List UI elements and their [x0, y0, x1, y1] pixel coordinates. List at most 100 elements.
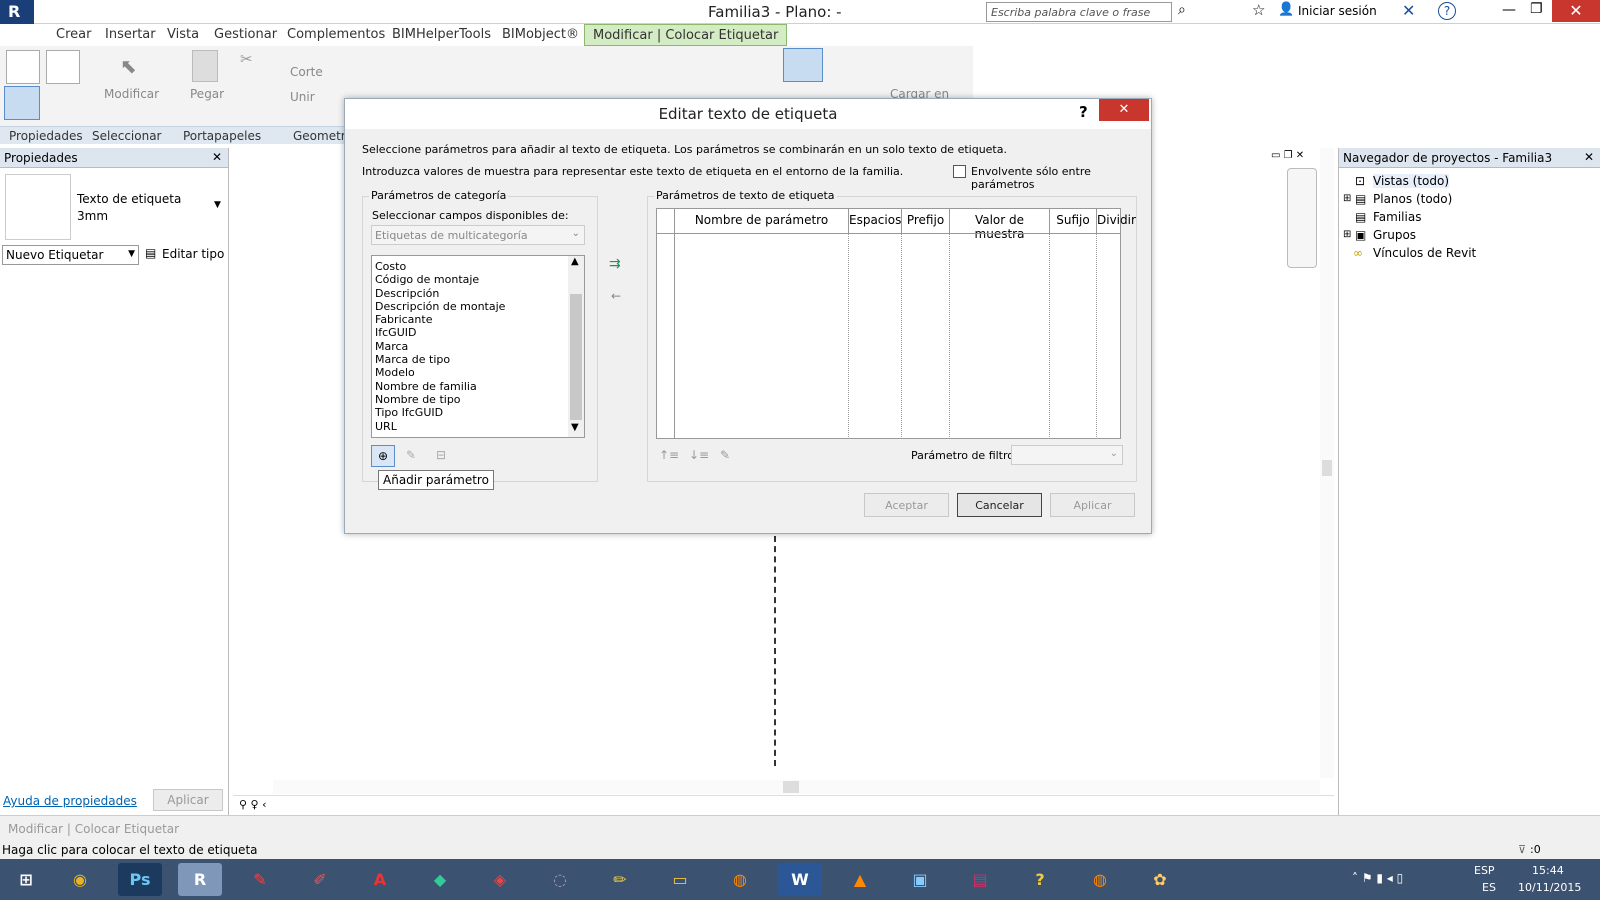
input-language[interactable]: ESP: [1474, 864, 1495, 877]
list-item[interactable]: Descripción de montaje: [372, 300, 584, 313]
sketch-icon[interactable]: ✐: [298, 863, 342, 896]
tab-gestionar[interactable]: Gestionar: [214, 27, 277, 42]
add-parameter-button[interactable]: ⊕: [371, 445, 395, 467]
vertical-scroll-thumb[interactable]: [1322, 460, 1332, 476]
list-item[interactable]: Marca de tipo: [372, 353, 584, 366]
help-icon[interactable]: ?: [1438, 2, 1456, 20]
list-scroll-thumb[interactable]: [570, 294, 582, 420]
acrobat-icon[interactable]: ✎: [238, 863, 282, 896]
list-item[interactable]: URL: [372, 420, 584, 433]
column-header[interactable]: Prefijo: [902, 209, 950, 233]
start-icon[interactable]: ⊞: [4, 863, 48, 896]
instance-selector[interactable]: Nuevo Etiquetar ▼: [2, 245, 139, 265]
column-header[interactable]: Sufijo: [1050, 209, 1097, 233]
search-input[interactable]: Escriba palabra clave o frase: [986, 2, 1172, 22]
list-item[interactable]: IfcGUID: [372, 326, 584, 339]
corte-button[interactable]: Corte: [290, 65, 323, 79]
list-item[interactable]: Nombre de familia: [372, 380, 584, 393]
close-icon[interactable]: ✕: [1584, 150, 1594, 164]
expand-icon[interactable]: ⊞: [1343, 193, 1351, 204]
edit-type-icon[interactable]: ▤: [145, 246, 156, 260]
paste-icon[interactable]: [192, 50, 218, 82]
edit-type-button[interactable]: Editar tipo: [162, 247, 224, 261]
winrar-icon[interactable]: ▤: [958, 863, 1002, 896]
list-item[interactable]: Descripción: [372, 287, 584, 300]
tab-modificar-colocar[interactable]: Modificar | Colocar Etiquetar: [584, 24, 788, 46]
add-to-label-icon[interactable]: ⇉: [609, 256, 621, 272]
horizontal-scroll-thumb[interactable]: [783, 781, 799, 793]
dialog-close-button[interactable]: ✕: [1099, 99, 1149, 121]
edit-label-parameter-icon[interactable]: ✎: [720, 448, 730, 462]
tab-vista[interactable]: Vista: [167, 27, 199, 42]
view-minimize-icon[interactable]: ▭ ❐ ✕: [1271, 150, 1304, 161]
cut-icon[interactable]: ✂: [240, 50, 253, 68]
photo-viewer-icon[interactable]: ▣: [898, 863, 942, 896]
column-header[interactable]: Valor de muestra: [950, 209, 1050, 241]
type-name[interactable]: Texto de etiqueta: [77, 192, 181, 206]
properties-help-link[interactable]: Ayuda de propiedades: [3, 794, 137, 808]
ccleaner-icon[interactable]: ◈: [478, 863, 522, 896]
type-dropdown-icon[interactable]: ▼: [214, 200, 221, 210]
column-header[interactable]: Dividir: [1097, 209, 1136, 233]
eclipse-icon[interactable]: ◌: [538, 863, 582, 896]
move-up-icon[interactable]: ↑≡: [659, 448, 679, 462]
tab-complementos[interactable]: Complementos: [287, 27, 385, 42]
firefox-second-icon[interactable]: ◍: [1078, 863, 1122, 896]
ok-button[interactable]: Aceptar: [864, 493, 949, 517]
binoculars-icon[interactable]: ⌕: [1178, 2, 1186, 18]
tab-insertar[interactable]: Insertar: [105, 27, 156, 42]
input-language-sub[interactable]: ES: [1482, 881, 1496, 894]
paste-label[interactable]: Pegar: [190, 87, 224, 101]
help-file-icon[interactable]: ?: [1018, 863, 1062, 896]
modify-label[interactable]: Modificar: [104, 87, 159, 101]
tree-item-grupos[interactable]: ⊞ ▣ Grupos: [1339, 228, 1600, 246]
tab-bimobject[interactable]: BIMobject®: [502, 27, 579, 42]
panel-seleccionar[interactable]: Seleccionar: [92, 129, 161, 143]
clock-time[interactable]: 15:44: [1532, 864, 1564, 877]
star-icon[interactable]: ☆: [1252, 1, 1265, 19]
pencil-app-icon[interactable]: ✏: [598, 863, 642, 896]
tree-item-familias[interactable]: ▤ Familias: [1339, 210, 1600, 228]
tree-item-vinculos[interactable]: ∞ Vínculos de Revit: [1339, 246, 1600, 264]
list-item[interactable]: Modelo: [372, 366, 584, 379]
revit-icon[interactable]: R: [178, 863, 222, 896]
system-tray-icons[interactable]: ˄ ⚑ ▮ ◂ ▯: [1352, 871, 1403, 885]
cancel-button[interactable]: Cancelar: [957, 493, 1042, 517]
filter-parameter-select[interactable]: ⌄: [1011, 445, 1123, 465]
tab-crear[interactable]: Crear: [56, 27, 91, 42]
apply-button[interactable]: Aplicar: [1050, 493, 1135, 517]
column-header[interactable]: Nombre de parámetro: [675, 209, 849, 233]
list-item[interactable]: Nombre de tipo: [372, 393, 584, 406]
vlc-icon[interactable]: ▲: [838, 863, 882, 896]
view-control-bar[interactable]: ⚲ ♀ ‹: [233, 795, 1334, 815]
parameters-list[interactable]: Costo Código de montaje Descripción Desc…: [371, 255, 585, 438]
sketchup-icon[interactable]: ◆: [418, 863, 462, 896]
revit-logo-button[interactable]: R: [0, 0, 34, 24]
label-parameters-grid[interactable]: Nombre de parámetro Espacios Prefijo Val…: [656, 208, 1136, 439]
tree-item-vistas[interactable]: ⊡ Vistas (todo): [1339, 174, 1600, 192]
firefox-icon[interactable]: ◍: [718, 863, 762, 896]
remove-from-label-icon[interactable]: ←: [611, 289, 621, 303]
exchange-icon[interactable]: ✕: [1402, 1, 1415, 20]
close-icon[interactable]: ✕: [212, 150, 222, 164]
signin-link[interactable]: Iniciar sesión: [1298, 4, 1377, 18]
tree-item-planos[interactable]: ⊞ ▤ Planos (todo): [1339, 192, 1600, 210]
minimize-button[interactable]: —: [1502, 2, 1516, 18]
file-explorer-icon[interactable]: ▭: [658, 863, 702, 896]
list-scrollbar[interactable]: ▲ ▼: [568, 256, 584, 437]
tab-bimhelpertools[interactable]: BIMHelperTools: [392, 27, 491, 42]
scroll-up-icon[interactable]: ▲: [571, 256, 579, 267]
paint-icon[interactable]: ✿: [1138, 863, 1182, 896]
chrome-icon[interactable]: ◉: [58, 863, 102, 896]
type-size[interactable]: 3mm: [77, 209, 108, 223]
word-icon[interactable]: W: [778, 863, 822, 896]
close-window-button[interactable]: ✕: [1552, 0, 1600, 22]
properties-ribbon-icon[interactable]: [6, 50, 40, 84]
list-item[interactable]: Marca: [372, 340, 584, 353]
remove-parameter-icon[interactable]: ⊟: [436, 448, 446, 462]
photoshop-icon[interactable]: Ps: [118, 863, 162, 896]
category-select[interactable]: Etiquetas de multicategoría ⌄: [371, 225, 585, 245]
selection-filter-icon[interactable]: ⊽: [1518, 843, 1526, 856]
navigation-bar[interactable]: [1287, 168, 1317, 268]
restore-button[interactable]: ❐: [1530, 1, 1543, 17]
